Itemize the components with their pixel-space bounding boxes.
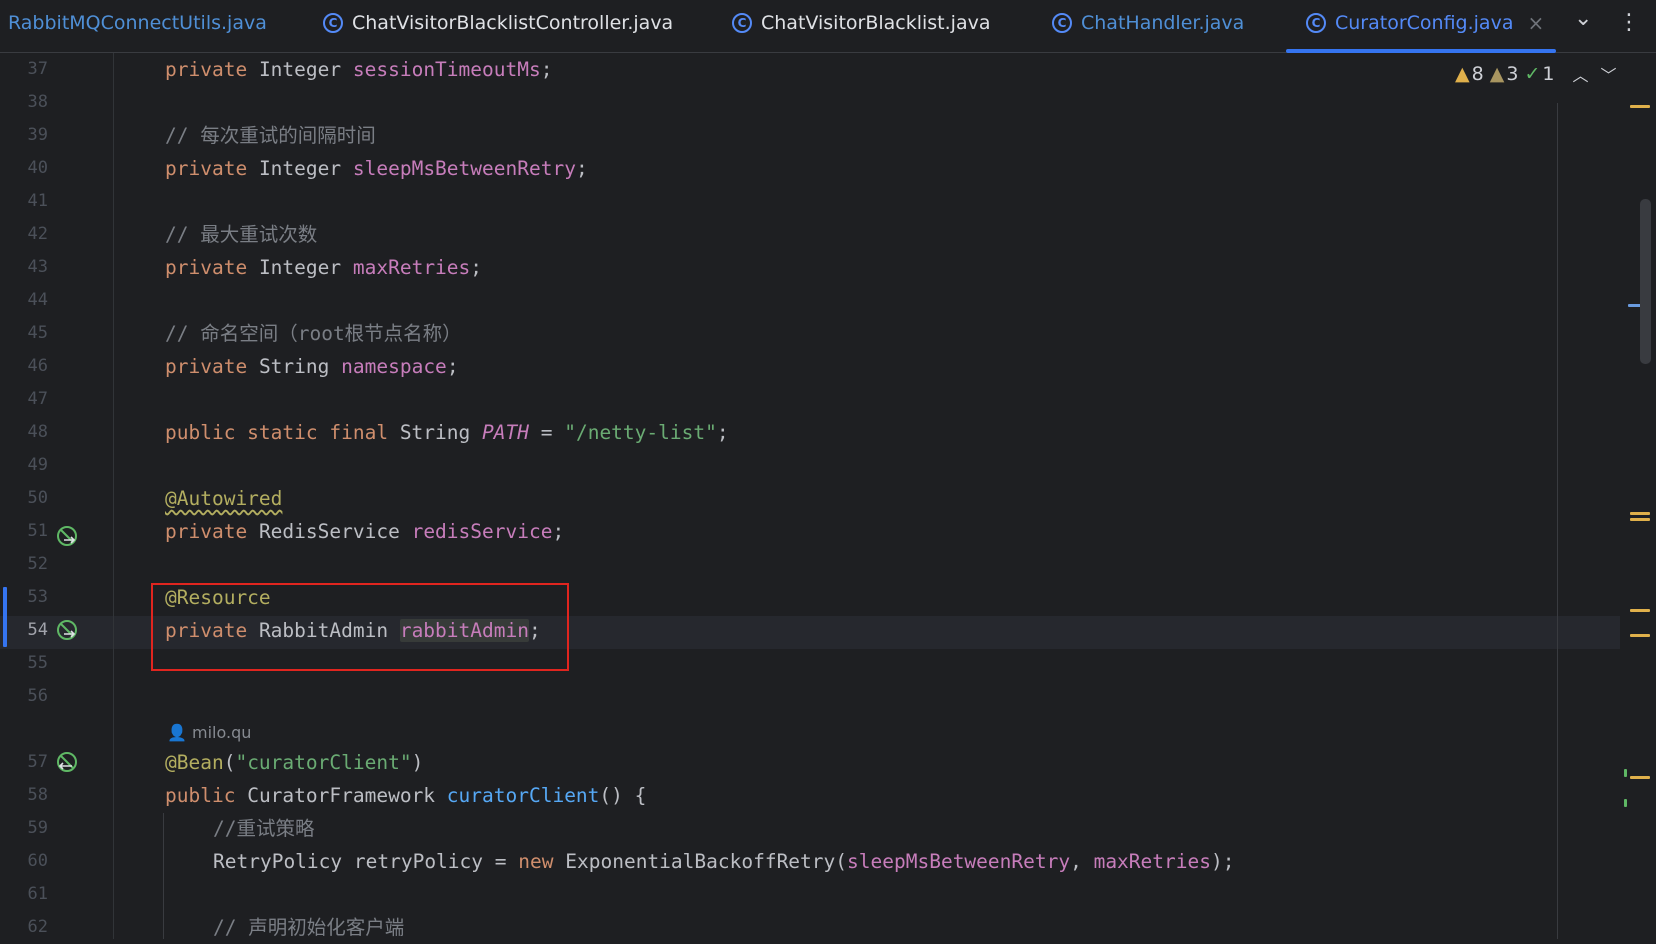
user-icon: 👤 bbox=[167, 723, 187, 742]
line-number[interactable]: 42 bbox=[0, 218, 48, 251]
bean-declaration-icon[interactable] bbox=[56, 751, 78, 773]
code-line[interactable]: // 最大重试次数 bbox=[165, 218, 317, 251]
line-number[interactable]: 43 bbox=[0, 251, 48, 284]
class-icon: C bbox=[323, 13, 343, 33]
line-number[interactable]: 46 bbox=[0, 350, 48, 383]
class-icon: C bbox=[1052, 13, 1072, 33]
line-number[interactable]: 54 bbox=[0, 614, 48, 647]
warning-stripe-mark[interactable] bbox=[1630, 105, 1650, 108]
line-number[interactable]: 61 bbox=[0, 878, 48, 911]
tab-curator-config[interactable]: C CuratorConfig.java × bbox=[1306, 0, 1544, 46]
code-line[interactable]: @Bean("curatorClient") bbox=[165, 746, 423, 779]
tab-label: RabbitMQConnectUtils.java bbox=[8, 12, 267, 34]
comment: //重试策略 bbox=[213, 817, 315, 840]
typos-count[interactable]: ✓ 1 bbox=[1524, 63, 1554, 85]
warning-stripe-mark[interactable] bbox=[1630, 609, 1650, 612]
weak-warning-icon: ▲ bbox=[1489, 63, 1505, 85]
line-number[interactable]: 51 bbox=[0, 515, 48, 548]
highlight-annotation-box bbox=[151, 583, 569, 671]
more-vertical-icon[interactable]: ⋮ bbox=[1618, 10, 1640, 35]
inspections-widget[interactable]: ▲ 8 ▲ 3 ✓ 1 ︿ ﹀ bbox=[1455, 61, 1616, 87]
line-number[interactable]: 37 bbox=[0, 53, 48, 86]
tab-rabbitmq-connect-utils[interactable]: RabbitMQConnectUtils.java bbox=[8, 0, 267, 46]
code-line[interactable]: // 命名空间（root根节点名称） bbox=[165, 317, 462, 350]
editor-tab-bar: RabbitMQConnectUtils.java C ChatVisitorB… bbox=[0, 0, 1656, 53]
code-line[interactable]: private String namespace; bbox=[165, 350, 459, 383]
code-line[interactable]: RetryPolicy retryPolicy = new Exponentia… bbox=[213, 845, 1234, 878]
comment: // 每次重试的间隔时间 bbox=[165, 124, 376, 147]
code-line[interactable]: private RedisService redisService; bbox=[165, 515, 564, 548]
comment: // 最大重试次数 bbox=[165, 223, 318, 246]
indent-guide bbox=[163, 813, 164, 939]
code-line[interactable]: public CuratorFramework curatorClient() … bbox=[165, 779, 646, 812]
line-number[interactable]: 52 bbox=[0, 548, 48, 581]
line-number[interactable]: 39 bbox=[0, 119, 48, 152]
line-number[interactable]: 62 bbox=[0, 911, 48, 944]
line-number[interactable]: 47 bbox=[0, 383, 48, 416]
autowired-dependency-icon[interactable] bbox=[56, 619, 78, 641]
line-number[interactable]: 56 bbox=[0, 680, 48, 713]
warning-stripe-mark[interactable] bbox=[1630, 518, 1650, 521]
line-number[interactable]: 38 bbox=[0, 86, 48, 119]
change-stripe-mark[interactable] bbox=[1624, 769, 1627, 777]
comment: // 声明初始化客户端 bbox=[213, 916, 405, 939]
line-number[interactable]: 59 bbox=[0, 812, 48, 845]
right-gutter-divider bbox=[1557, 103, 1558, 939]
code-author-hint[interactable]: 👤 milo.qu bbox=[167, 720, 251, 746]
next-highlight-icon[interactable]: ﹀ bbox=[1600, 62, 1616, 86]
autowired-dependency-icon[interactable] bbox=[56, 525, 78, 547]
code-line[interactable]: @Autowired bbox=[165, 482, 282, 515]
line-number[interactable]: 53 bbox=[0, 581, 48, 614]
line-number[interactable]: 40 bbox=[0, 152, 48, 185]
code-line[interactable]: private Integer maxRetries; bbox=[165, 251, 482, 284]
tab-chat-visitor-blacklist[interactable]: C ChatVisitorBlacklist.java bbox=[732, 0, 990, 46]
author-name: milo.qu bbox=[192, 723, 252, 742]
line-number[interactable]: 45 bbox=[0, 317, 48, 350]
line-number[interactable]: 49 bbox=[0, 449, 48, 482]
chevron-down-icon[interactable]: ⌄ bbox=[1574, 6, 1592, 31]
close-icon[interactable]: × bbox=[1527, 11, 1544, 35]
line-number[interactable]: 58 bbox=[0, 779, 48, 812]
code-editor[interactable]: 37 38 39 40 41 42 43 44 45 46 47 48 49 5… bbox=[0, 53, 1656, 939]
tab-label: ChatVisitorBlacklist.java bbox=[761, 12, 991, 34]
warnings-count[interactable]: ▲ 8 bbox=[1455, 63, 1484, 85]
warning-stripe-mark[interactable] bbox=[1630, 634, 1650, 637]
tab-label: ChatVisitorBlacklistController.java bbox=[352, 12, 674, 34]
line-number[interactable]: 44 bbox=[0, 284, 48, 317]
tab-chat-handler[interactable]: C ChatHandler.java bbox=[1052, 0, 1244, 46]
previous-highlight-icon[interactable]: ︿ bbox=[1572, 62, 1588, 86]
weak-warnings-count[interactable]: ▲ 3 bbox=[1490, 63, 1519, 85]
code-line[interactable]: private Integer sleepMsBetweenRetry; bbox=[165, 152, 588, 185]
typo-check-icon: ✓ bbox=[1524, 63, 1541, 85]
code-line[interactable]: public static final String PATH = "/nett… bbox=[165, 416, 729, 449]
class-icon: C bbox=[1306, 13, 1326, 33]
tab-chat-visitor-blacklist-controller[interactable]: C ChatVisitorBlacklistController.java bbox=[323, 0, 673, 46]
comment: // 命名空间（root根节点名称） bbox=[165, 322, 462, 345]
code-line[interactable]: private Integer sessionTimeoutMs; bbox=[165, 53, 552, 86]
line-number[interactable]: 41 bbox=[0, 185, 48, 218]
vertical-scrollbar-thumb[interactable] bbox=[1640, 199, 1651, 364]
warning-stripe-mark[interactable] bbox=[1630, 776, 1650, 779]
line-number[interactable]: 60 bbox=[0, 845, 48, 878]
code-line[interactable]: // 每次重试的间隔时间 bbox=[165, 119, 376, 152]
tab-label: CuratorConfig.java bbox=[1335, 12, 1514, 34]
change-stripe-mark[interactable] bbox=[1624, 799, 1627, 807]
code-line[interactable]: //重试策略 bbox=[213, 812, 314, 845]
class-icon: C bbox=[732, 13, 752, 33]
warning-stripe-mark[interactable] bbox=[1630, 512, 1650, 515]
warning-icon: ▲ bbox=[1455, 63, 1470, 85]
code-line[interactable]: // 声明初始化客户端 bbox=[213, 911, 404, 944]
line-number[interactable]: 48 bbox=[0, 416, 48, 449]
tab-label: ChatHandler.java bbox=[1081, 12, 1245, 34]
gutter-divider bbox=[113, 53, 114, 939]
line-number[interactable]: 50 bbox=[0, 482, 48, 515]
line-number[interactable]: 57 bbox=[0, 746, 48, 779]
line-number[interactable]: 55 bbox=[0, 647, 48, 680]
